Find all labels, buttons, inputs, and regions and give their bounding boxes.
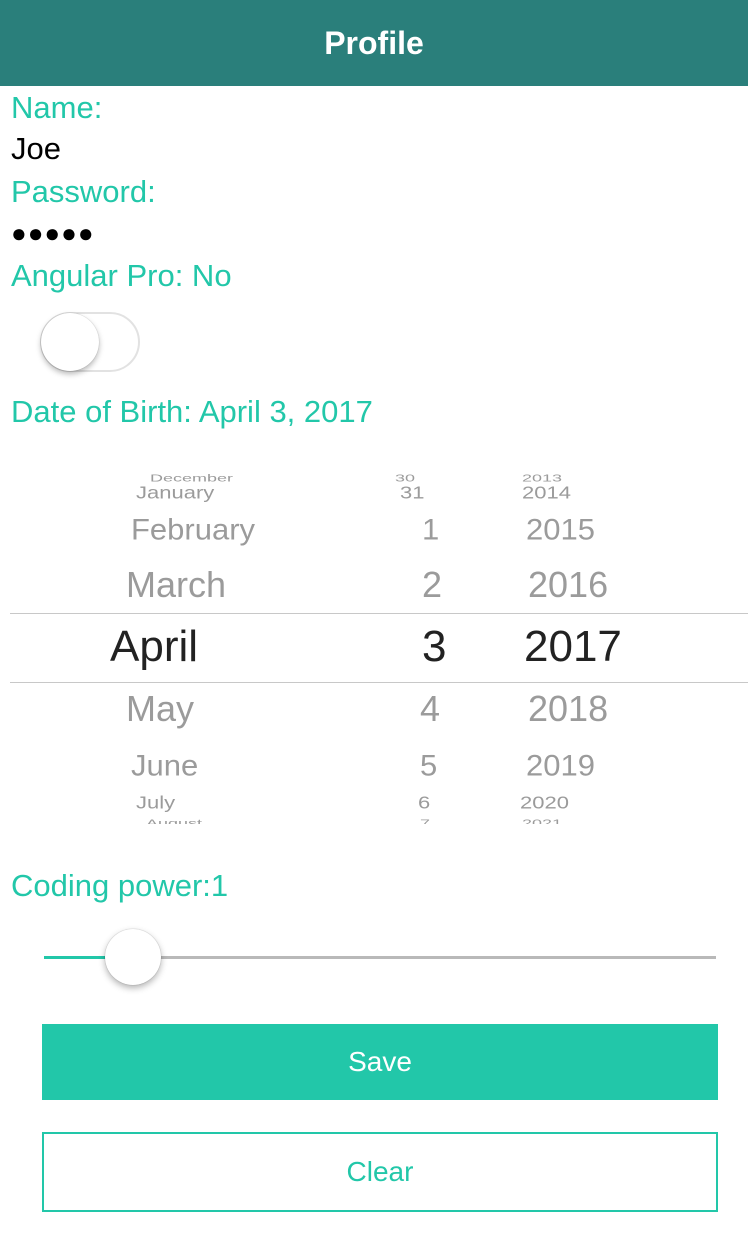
save-button[interactable]: Save [42,1024,718,1100]
month-option[interactable]: March [126,564,226,606]
toggle-knob[interactable] [41,313,99,371]
name-field[interactable]: Joe [11,131,61,167]
year-wheel[interactable]: 2013 2014 2015 2016 2017 2018 2019 2020 2021 [500,468,660,824]
day-wheel[interactable]: 30 31 1 2 3 4 5 6 7 [360,468,510,824]
year-option[interactable]: 2014 [522,483,571,504]
day-option[interactable]: 2 [422,564,442,606]
month-wheel[interactable]: December January February March April May June… [0,468,360,824]
day-option[interactable]: 31 [400,483,424,504]
clear-button[interactable]: Clear [42,1132,718,1212]
year-option[interactable]: 2020 [520,793,569,814]
day-option[interactable]: 3 [422,622,446,672]
year-option[interactable]: 2021 [522,818,562,824]
year-option[interactable]: 2015 [526,513,595,547]
year-option[interactable]: 2016 [528,564,608,606]
day-option[interactable]: 5 [420,749,437,783]
month-option[interactable]: August [146,818,202,824]
month-option[interactable]: July [136,793,175,814]
month-option[interactable]: February [131,513,255,547]
page-title: Profile [324,24,424,61]
month-option[interactable]: May [126,688,194,730]
clear-button-label: Clear [346,1156,414,1187]
month-option[interactable]: April [110,622,198,672]
angular-pro-label: Angular Pro: No [11,258,232,293]
slider-track[interactable] [132,956,716,959]
date-picker[interactable]: December January February March April May June… [0,468,748,824]
year-option[interactable]: 2017 [524,622,622,672]
save-button-label: Save [348,1046,412,1077]
password-label: Password: [11,174,156,209]
day-option[interactable]: 4 [420,688,440,730]
month-option[interactable]: January [136,483,214,504]
month-option[interactable]: June [131,749,198,783]
header-bar: Profile [0,0,748,86]
day-option[interactable]: 6 [418,793,430,814]
name-label: Name: [11,90,103,125]
coding-power-label: Coding power:1 [11,868,229,903]
coding-power-slider-thumb[interactable] [105,929,161,985]
day-option[interactable]: 1 [422,513,439,547]
angular-pro-toggle[interactable] [40,312,140,372]
dob-label: Date of Birth: April 3, 2017 [11,394,373,429]
day-option[interactable]: 7 [420,818,430,824]
year-option[interactable]: 2019 [526,749,595,783]
year-option[interactable]: 2018 [528,688,608,730]
password-field[interactable]: ●●●●● [11,218,95,249]
